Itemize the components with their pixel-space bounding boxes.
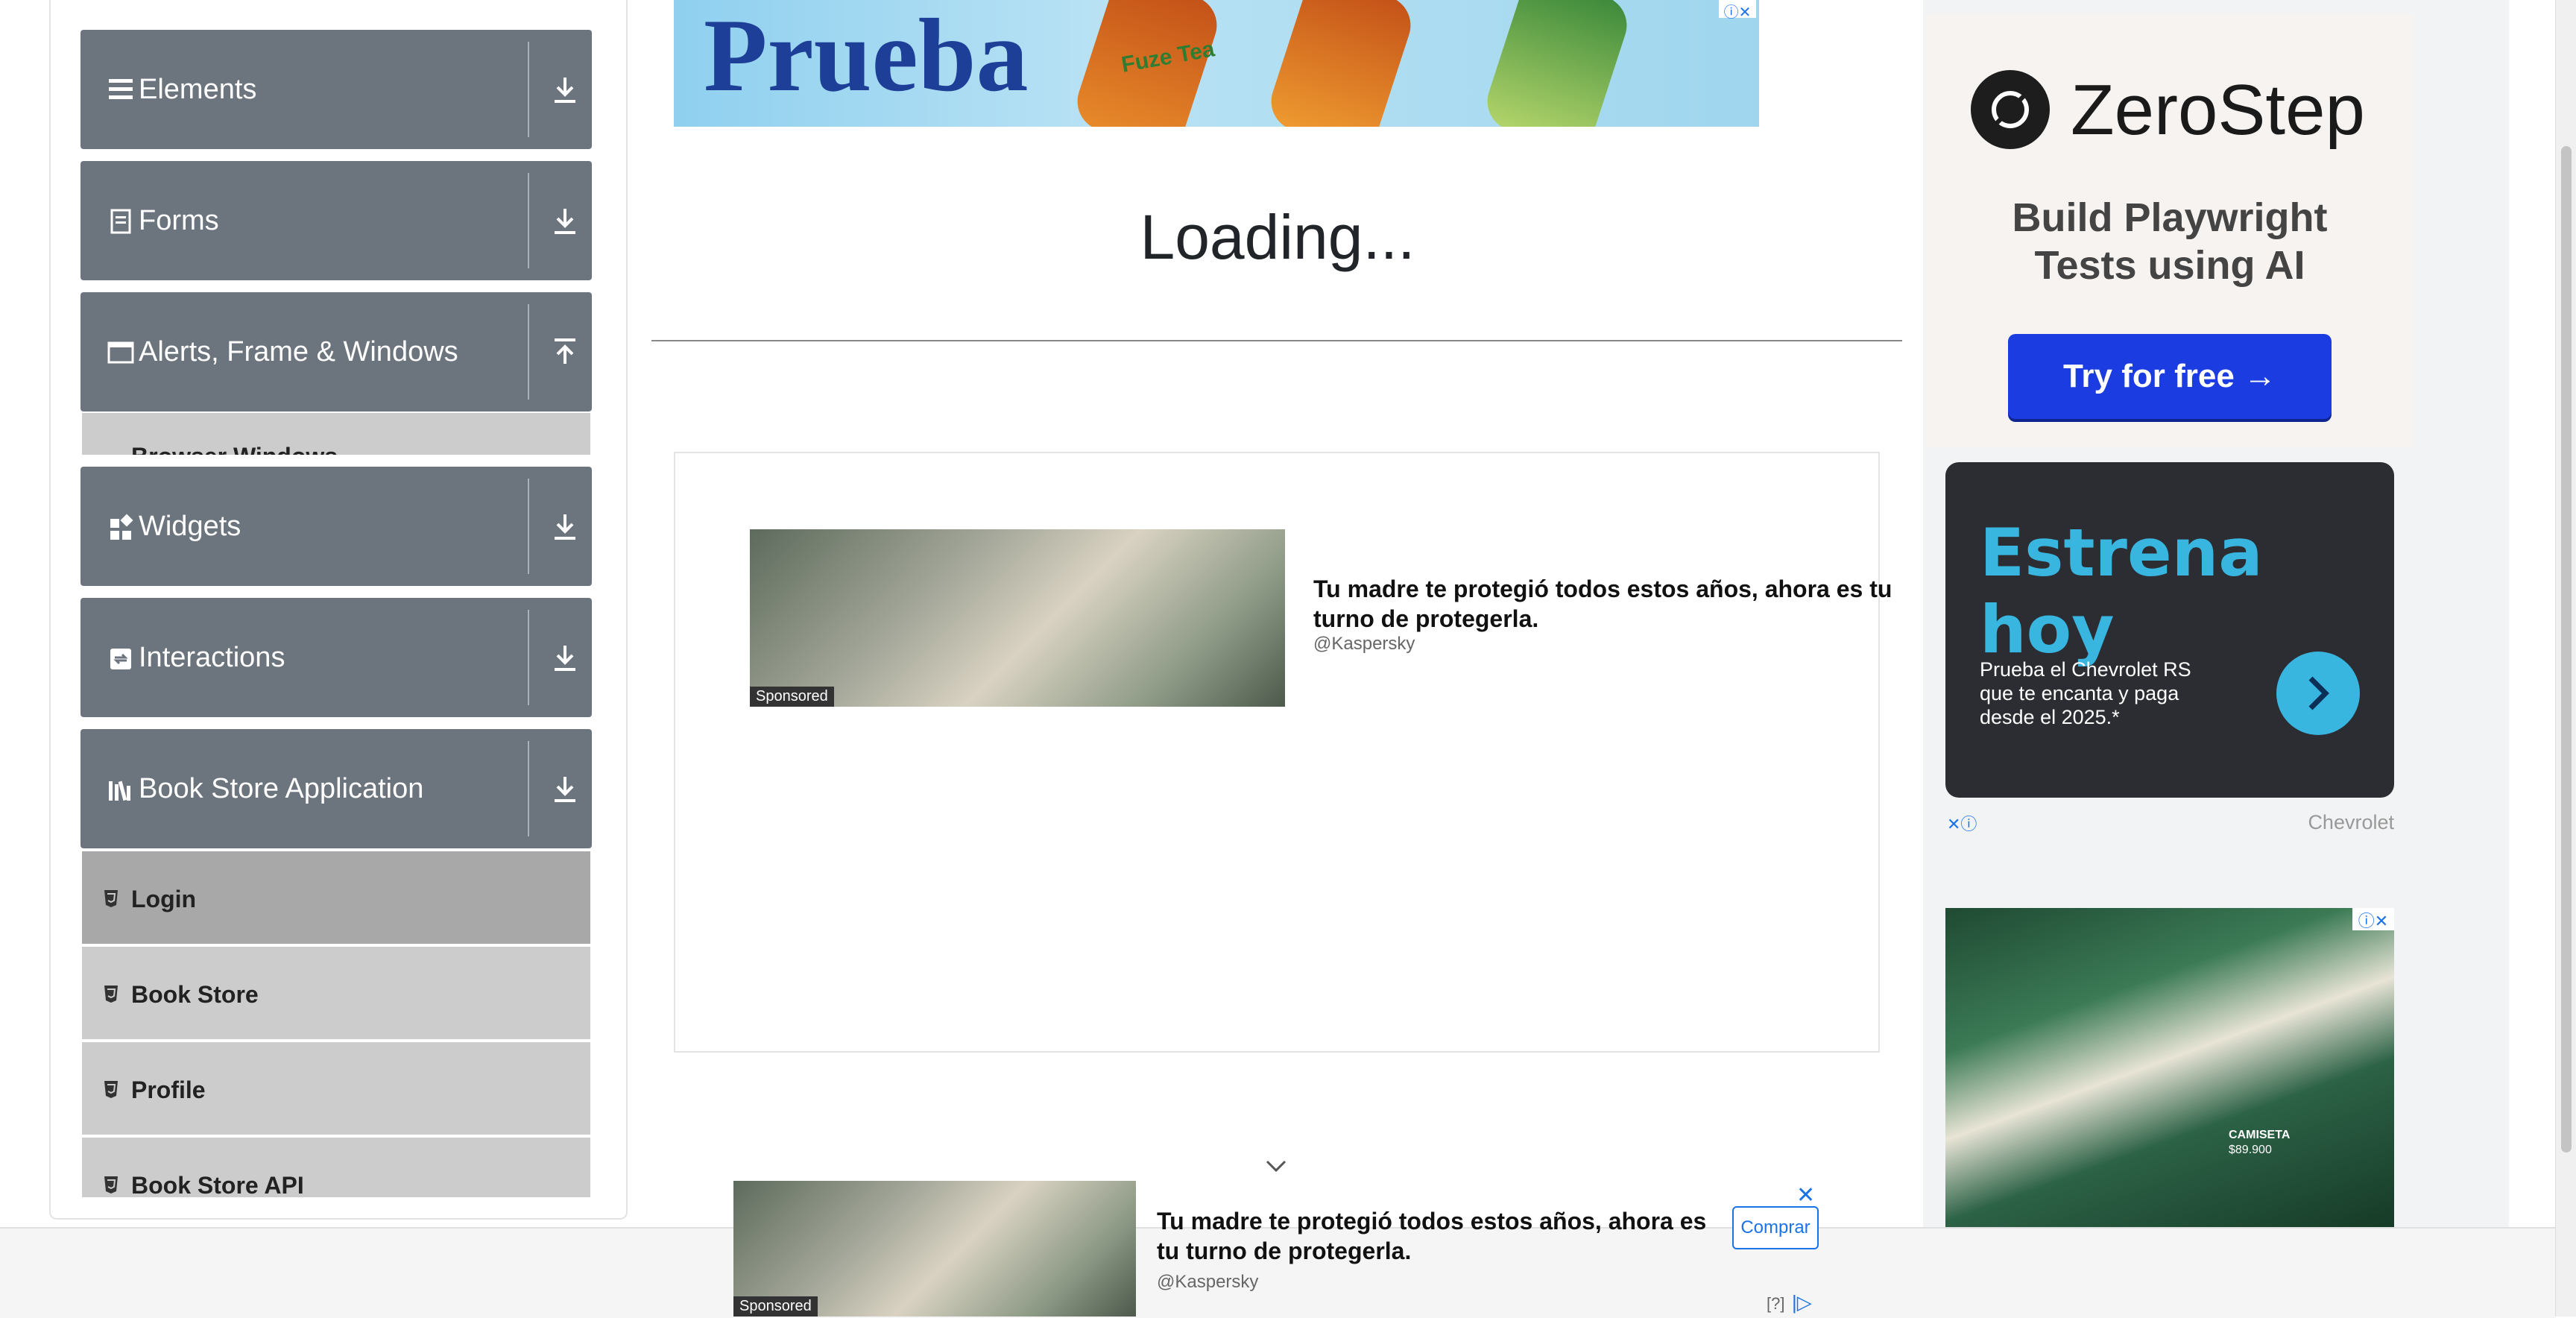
ad-choices-icon[interactable]: ⓘ✕ (2352, 908, 2394, 930)
group-label: Interactions (139, 642, 285, 673)
fashion-price: $89.900 (2229, 1144, 2272, 1156)
bottle-image (1480, 0, 1635, 127)
ad-photo[interactable]: Sponsored (750, 529, 1285, 707)
ad-headline: Tu madre te protegió todos estos años, a… (1313, 576, 1892, 632)
loading-text: Loading... (1140, 202, 1415, 272)
group-forms[interactable]: Forms (80, 161, 592, 280)
fashion-ad[interactable]: CAMISETA $89.900 ⓘ✕ (1945, 908, 2394, 1229)
group-label: Forms (139, 205, 219, 236)
books-icon (109, 781, 130, 801)
bottle-image (1263, 0, 1418, 127)
fashion-text: CAMISETA (2229, 1129, 2291, 1141)
footer-ad-photo[interactable]: Sponsored (733, 1181, 1136, 1317)
scrollbar-thumb[interactable] (2561, 146, 2572, 1153)
divider (528, 42, 529, 137)
close-icon[interactable]: ✕ (1796, 1182, 1815, 1208)
sidebar-item-profile[interactable]: Profile (82, 1042, 590, 1135)
sidebar-item-label: Book Store API (131, 1172, 304, 1197)
sponsored-label: Sponsored (733, 1296, 818, 1317)
ad-text[interactable]: Tu madre te protegió todos estos años, a… (1313, 574, 1925, 655)
divider (528, 610, 529, 705)
html5-icon (104, 1176, 118, 1194)
download-icon[interactable] (552, 510, 578, 543)
try-for-free-button[interactable]: Try for free → (2008, 334, 2332, 419)
comprar-button[interactable]: Comprar (1732, 1206, 1819, 1249)
group-alerts-frame-windows[interactable]: Alerts, Frame & Windows (80, 292, 592, 412)
ad-choices-icon[interactable]: |▷ (1792, 1291, 1812, 1314)
download-icon[interactable] (552, 772, 578, 805)
zerostep-tagline: Build Playwright Tests using AI (2012, 195, 2328, 288)
html5-icon (104, 1081, 118, 1098)
chevrolet-ad[interactable]: Estrena hoy Prueba el Chevrolet RS que t… (1945, 462, 2394, 798)
group-elements[interactable]: Elements (80, 30, 592, 149)
sidebar-item-label: Book Store (131, 981, 259, 1008)
sidebar-item-label: Login (131, 886, 197, 912)
ad-choices-icon[interactable]: ✕ⓘ (1947, 811, 1992, 833)
ad-source: @Kaspersky (1157, 1272, 1259, 1292)
ad-headline: Tu madre te protegió todos estos años, a… (1157, 1208, 1707, 1264)
group-label: Alerts, Frame & Windows (139, 336, 458, 368)
divider (528, 304, 529, 400)
ad-help-link[interactable]: [?] (1767, 1294, 1784, 1314)
top-banner-ad[interactable]: Prueba Fuze Tea ⓘ✕ (674, 0, 1759, 127)
widgets-icon (110, 514, 133, 540)
document-icon (110, 209, 131, 234)
divider (528, 741, 529, 836)
group-book-store-application[interactable]: Book Store Application (80, 729, 592, 848)
list-item-label: Browser Windows (131, 443, 338, 455)
group-label: Widgets (139, 511, 242, 542)
divider (651, 340, 1902, 341)
download-icon[interactable] (552, 204, 578, 237)
chevron-down-icon[interactable] (1264, 1157, 1288, 1175)
sidebar-item-label: Profile (131, 1076, 206, 1103)
download-icon[interactable] (552, 641, 578, 674)
divider (528, 173, 529, 268)
sidebar-item-book-store[interactable]: Book Store (82, 947, 590, 1039)
sponsored-label: Sponsored (750, 687, 834, 707)
banner-text: Prueba (704, 0, 1029, 113)
html5-icon (104, 986, 118, 1003)
sidebar-item-login[interactable]: Login (82, 851, 590, 944)
ad-choices-icon[interactable]: ⓘ✕ (1719, 0, 1756, 21)
chevrolet-headline: Estrena hoy (1980, 514, 2263, 668)
group-label: Elements (139, 74, 257, 105)
footer-ad-text[interactable]: Tu madre te protegió todos estos años, a… (1157, 1206, 1731, 1293)
zerostep-brand: ZeroStep (2071, 70, 2365, 150)
chevrolet-body: Prueba el Chevrolet RS que te encanta y … (1980, 658, 2191, 728)
sidebar-item-book-store-api[interactable]: Book Store API (82, 1138, 590, 1197)
arrow-right-icon[interactable] (2276, 652, 2360, 735)
ad-source: @Kaspersky (1313, 634, 1415, 654)
group-widgets[interactable]: Widgets (80, 467, 592, 586)
window-icon (107, 341, 134, 364)
group-interactions[interactable]: Interactions (80, 598, 592, 717)
group-label: Book Store Application (139, 773, 424, 804)
download-icon[interactable] (552, 73, 578, 106)
list-item-browser-windows[interactable]: Browser Windows (82, 413, 590, 455)
menu-icon (109, 79, 133, 99)
chevrolet-brand: Chevrolet (2308, 811, 2394, 833)
upload-icon[interactable] (552, 335, 578, 368)
zerostep-logo-icon (1971, 70, 2050, 149)
divider (528, 479, 529, 574)
html5-icon (104, 890, 118, 907)
zerostep-ad[interactable]: ZeroStep Build Playwright Tests using AI… (1926, 15, 2414, 447)
interactions-icon (110, 649, 131, 669)
